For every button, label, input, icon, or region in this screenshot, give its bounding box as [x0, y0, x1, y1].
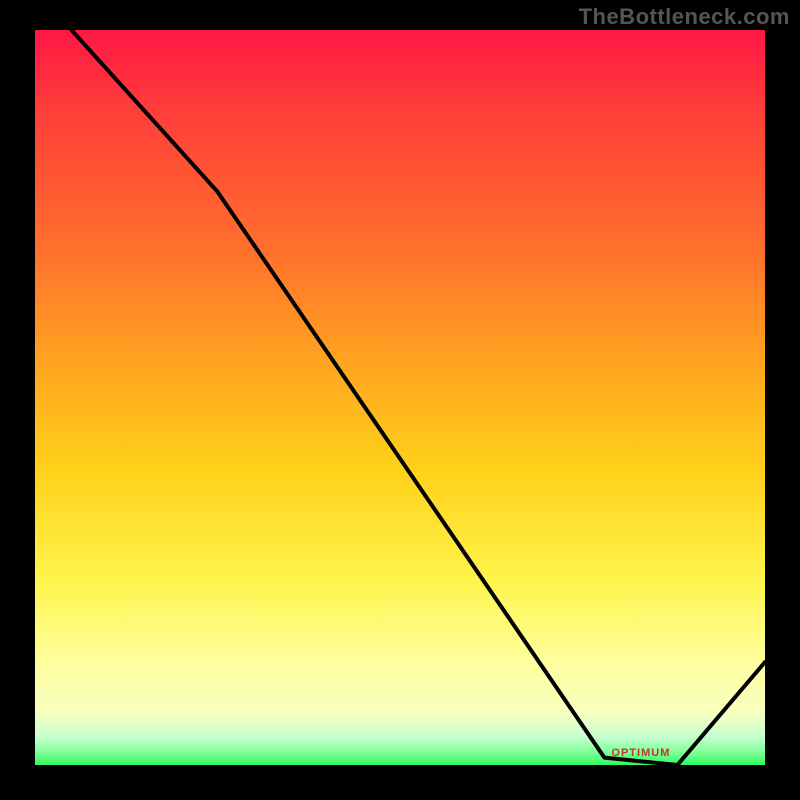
- plot-area: OPTIMUM: [35, 30, 765, 765]
- chart-line: [72, 30, 766, 765]
- optimum-marker: OPTIMUM: [611, 747, 670, 759]
- line-svg: [35, 30, 765, 765]
- chart-frame: TheBottleneck.com OPTIMUM: [0, 0, 800, 800]
- watermark-text: TheBottleneck.com: [579, 4, 790, 30]
